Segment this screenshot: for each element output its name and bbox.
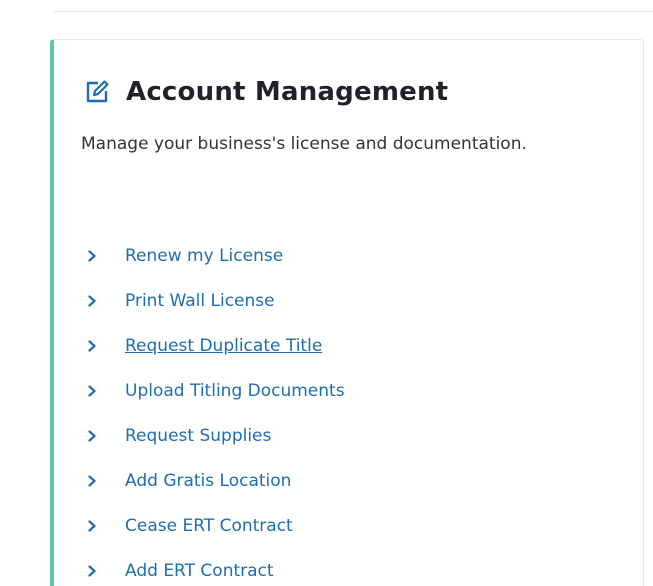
link-label[interactable]: Add ERT Contract [125, 561, 274, 581]
link-list: Renew my License Print Wall License Requ… [86, 233, 345, 586]
card-header: Account Management [84, 74, 448, 110]
page: Account Management Manage your business'… [0, 0, 653, 586]
chevron-right-icon [86, 429, 98, 443]
link-cease-ert-contract[interactable]: Cease ERT Contract [86, 503, 345, 548]
chevron-right-icon [86, 519, 98, 533]
link-renew-license[interactable]: Renew my License [86, 233, 345, 278]
edit-icon [84, 79, 110, 105]
link-label[interactable]: Cease ERT Contract [125, 516, 293, 536]
link-request-supplies[interactable]: Request Supplies [86, 413, 345, 458]
chevron-right-icon [86, 249, 98, 263]
link-label[interactable]: Request Duplicate Title [125, 336, 322, 356]
chevron-right-icon [86, 339, 98, 353]
chevron-right-icon [86, 564, 98, 578]
chevron-right-icon [86, 384, 98, 398]
link-upload-titling-documents[interactable]: Upload Titling Documents [86, 368, 345, 413]
link-label[interactable]: Add Gratis Location [125, 471, 291, 491]
account-management-card: Account Management Manage your business'… [50, 39, 644, 586]
link-print-wall-license[interactable]: Print Wall License [86, 278, 345, 323]
link-label[interactable]: Upload Titling Documents [125, 381, 345, 401]
link-label[interactable]: Request Supplies [125, 426, 271, 446]
link-label[interactable]: Renew my License [125, 246, 283, 266]
link-add-gratis-location[interactable]: Add Gratis Location [86, 458, 345, 503]
link-label[interactable]: Print Wall License [125, 291, 275, 311]
card-title: Account Management [126, 77, 449, 107]
chevron-right-icon [86, 294, 98, 308]
chevron-right-icon [86, 474, 98, 488]
link-request-duplicate-title[interactable]: Request Duplicate Title [86, 323, 345, 368]
top-divider [54, 11, 653, 12]
link-add-ert-contract[interactable]: Add ERT Contract [86, 548, 345, 586]
card-description: Manage your business's license and docum… [81, 134, 527, 154]
